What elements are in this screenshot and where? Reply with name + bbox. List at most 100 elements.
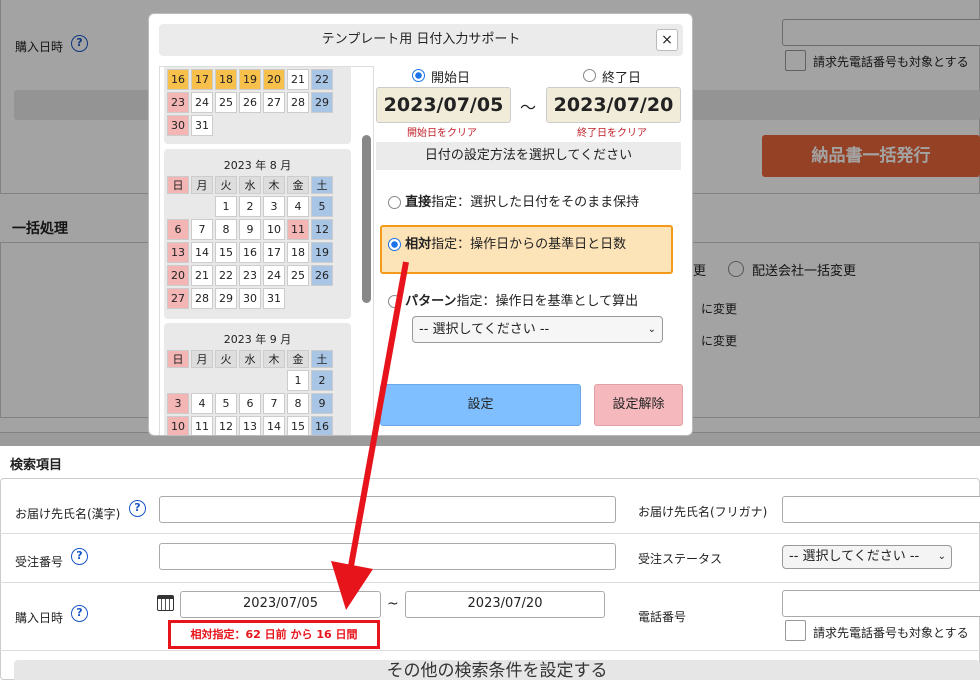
calendar-day[interactable]: 31 [191,115,213,136]
calendar-day[interactable]: 16 [167,69,189,90]
calendar-day[interactable]: 18 [287,242,309,263]
calendar-scrollbar-thumb[interactable] [362,135,371,303]
calendar-empty-cell [287,115,309,136]
calendar-day[interactable]: 28 [191,288,213,309]
method-direct-radio[interactable] [388,196,401,209]
recipient-name-input[interactable] [159,496,616,523]
phone-billing-checkbox[interactable] [785,620,806,641]
calendar-day[interactable]: 31 [263,288,285,309]
calendar-day[interactable]: 14 [191,242,213,263]
calendar-day[interactable]: 7 [263,393,285,414]
calendar-day[interactable]: 22 [311,69,333,90]
calendar-day[interactable]: 11 [191,416,213,435]
calendar-day[interactable]: 30 [167,115,189,136]
calendar-day[interactable]: 9 [311,393,333,414]
calendar-day[interactable]: 25 [287,265,309,286]
start-radio[interactable] [412,69,425,82]
recipient-kana-input[interactable] [782,496,980,523]
help-icon[interactable]: ? [129,500,146,517]
calendar-day[interactable]: 20 [263,69,285,90]
end-radio[interactable] [583,69,596,82]
calendar-day[interactable]: 13 [167,242,189,263]
calendar-day[interactable]: 4 [287,196,309,217]
calendar-day[interactable]: 15 [287,416,309,435]
calendar-month-july: 16 17 18 19 20 21 22 23 24 25 26 27 28 29 30 31 [164,67,351,144]
method-pattern-option[interactable]: パターン指定：操作日を基準として算出 [388,290,638,309]
calendar-day[interactable]: 4 [191,393,213,414]
set-button[interactable]: 設定 [380,384,581,426]
calendar-day[interactable]: 2 [311,370,333,391]
calendar-day[interactable]: 9 [239,219,261,240]
calendar-day[interactable]: 7 [191,219,213,240]
unset-button[interactable]: 設定解除 [594,384,683,426]
clear-end-link[interactable]: 終了日をクリア [577,124,647,139]
calendar-day[interactable]: 12 [215,416,237,435]
calendar-scroll[interactable]: 16 17 18 19 20 21 22 23 24 25 26 27 28 29 30 31 2023 年 … [159,66,374,435]
phone-input[interactable] [782,590,980,617]
calendar-day[interactable]: 8 [215,219,237,240]
calendar-day[interactable]: 17 [263,242,285,263]
calendar-day[interactable]: 26 [239,92,261,113]
calendar-day[interactable]: 23 [167,92,189,113]
calendar-day[interactable]: 24 [191,92,213,113]
more-conditions-button[interactable]: その他の検索条件を設定する [14,660,980,680]
calendar-day[interactable]: 12 [311,219,333,240]
calendar-day[interactable]: 1 [215,196,237,217]
calendar-day[interactable]: 15 [215,242,237,263]
method-relative-option[interactable]: 相対指定：操作日からの基準日と日数 [380,225,673,274]
end-date-display[interactable]: 2023/07/20 [546,87,681,123]
clear-start-link[interactable]: 開始日をクリア [407,124,477,139]
calendar-day[interactable]: 6 [239,393,261,414]
chevron-down-icon: ⌄ [937,551,946,562]
calendar-day[interactable]: 24 [263,265,285,286]
calendar-day[interactable]: 28 [287,92,309,113]
weekday-header: 金 [287,350,309,368]
calendar-day[interactable]: 19 [239,69,261,90]
calendar-day[interactable]: 11 [287,219,309,240]
pattern-select[interactable]: -- 選択してください -- ⌄ [412,316,663,343]
order-status-select[interactable]: -- 選択してください -- ⌄ [782,545,952,569]
help-icon[interactable]: ? [71,605,88,622]
calendar-day[interactable]: 29 [311,92,333,113]
calendar-day[interactable]: 14 [263,416,285,435]
help-icon[interactable]: ? [71,548,88,565]
date-from-input[interactable]: 2023/07/05 [180,591,381,618]
calendar-day[interactable]: 3 [167,393,189,414]
calendar-icon[interactable] [157,595,174,611]
calendar-day[interactable]: 26 [311,265,333,286]
calendar-day[interactable]: 3 [263,196,285,217]
calendar-day[interactable]: 6 [167,219,189,240]
calendar-day[interactable]: 5 [311,196,333,217]
calendar-day[interactable]: 20 [167,265,189,286]
method-pattern-radio[interactable] [388,295,401,308]
method-header-text: 日付の設定方法を選択してください [424,148,633,163]
calendar-day[interactable]: 22 [215,265,237,286]
calendar-day[interactable]: 16 [239,242,261,263]
calendar-day[interactable]: 18 [215,69,237,90]
method-direct-option[interactable]: 直接指定：選択した日付をそのまま保持 [388,191,639,210]
calendar-day[interactable]: 21 [287,69,309,90]
calendar-day[interactable]: 30 [239,288,261,309]
method-relative-radio[interactable] [388,238,401,251]
order-no-input[interactable] [159,543,616,570]
calendar-day[interactable]: 2 [239,196,261,217]
calendar-day[interactable]: 29 [215,288,237,309]
calendar-day[interactable]: 27 [263,92,285,113]
start-date-display[interactable]: 2023/07/05 [376,87,511,123]
calendar-day[interactable]: 1 [287,370,309,391]
calendar-day[interactable]: 10 [263,219,285,240]
date-to-input[interactable]: 2023/07/20 [405,591,605,618]
start-radio-label: 開始日 [431,71,471,86]
calendar-day[interactable]: 19 [311,242,333,263]
calendar-day[interactable]: 10 [167,416,189,435]
calendar-day[interactable]: 21 [191,265,213,286]
close-button[interactable]: × [656,29,678,51]
calendar-day[interactable]: 17 [191,69,213,90]
calendar-day[interactable]: 5 [215,393,237,414]
calendar-day[interactable]: 27 [167,288,189,309]
calendar-day[interactable]: 23 [239,265,261,286]
calendar-day[interactable]: 25 [215,92,237,113]
calendar-day[interactable]: 13 [239,416,261,435]
calendar-day[interactable]: 16 [311,416,333,435]
calendar-day[interactable]: 8 [287,393,309,414]
